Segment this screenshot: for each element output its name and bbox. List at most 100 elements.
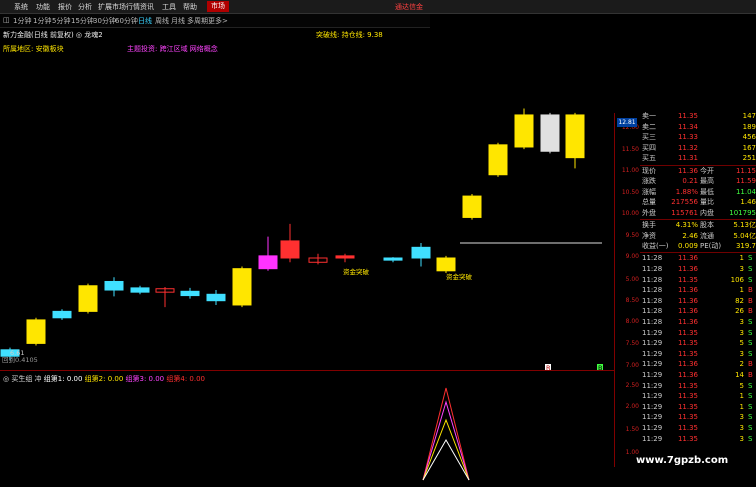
price-axis-tick: 7.50 [625, 340, 639, 347]
sub-line-1-label: 组第1: 0.00 [43, 375, 83, 383]
tick-time: 11:28 [642, 317, 663, 326]
tick-volume: 5 [739, 339, 744, 348]
candle-body [104, 280, 124, 291]
tick-volume: 1 [739, 402, 744, 411]
tick-volume: 3 [739, 328, 744, 337]
stat-value: 11.59 [735, 177, 756, 186]
tick-side: S [748, 392, 753, 401]
tick-side: S [748, 381, 753, 390]
tick-time: 11:28 [642, 296, 663, 305]
stat-label: 最低 [700, 187, 714, 196]
order-book-label: 卖二 [642, 122, 656, 131]
tick-row: 11:29 11.35 1 S [640, 402, 756, 412]
tick-side: S [748, 349, 753, 358]
tick-side: B [748, 370, 753, 379]
candle-body [52, 310, 72, 319]
tick-side: S [748, 264, 753, 273]
price-axis-tick: 7.00 [625, 362, 639, 369]
candle-body [335, 255, 355, 259]
price-axis-tick: 10.50 [621, 189, 639, 196]
stat-label: 涨幅 [642, 187, 656, 196]
candlestick-chart[interactable]: 6.61回到0.4105资金突破资金突破R B [0, 0, 614, 487]
tick-price: 11.35 [677, 423, 698, 432]
price-axis-tick: 10.00 [621, 210, 639, 217]
order-book-row: 卖二 11.34 189 [640, 122, 756, 132]
tick-side: B [748, 296, 753, 305]
tick-price: 11.36 [677, 296, 698, 305]
order-book-row: 卖一 11.35 147 [640, 111, 756, 121]
signal-annotation: 资金突破 [343, 267, 370, 276]
tick-price: 11.35 [677, 328, 698, 337]
tick-row: 11:29 11.35 3 S [640, 423, 756, 433]
stat-value: 217556 [671, 198, 698, 207]
sub-axis-tick: 2.50 [625, 382, 639, 389]
tick-row: 11:29 11.36 2 B [640, 359, 756, 369]
tick-price: 11.36 [677, 360, 698, 369]
stat-row: 收益(一) 0.009 PE(动) 319.7 [640, 241, 756, 251]
sub-line-3-label: 组第3: 0.00 [125, 375, 165, 383]
stat-row: 净资 2.46 流通 5.04亿 [640, 231, 756, 241]
stat-label: 内盘 [700, 208, 714, 217]
current-price-tag: 12.81 [617, 118, 637, 127]
sub-indicator-name[interactable]: ◎ 买生组 冲 [3, 375, 42, 383]
candle-body [514, 114, 534, 148]
stat-label: 流通 [700, 231, 714, 240]
candle-body [130, 287, 150, 293]
tick-time: 11:29 [642, 423, 663, 432]
tick-volume: 3 [739, 317, 744, 326]
tick-side: S [748, 339, 753, 348]
sub-axis-tick: 1.50 [625, 426, 639, 433]
candle-body [78, 285, 98, 312]
stat-value: 11.36 [677, 166, 698, 175]
axis-divider [614, 113, 615, 467]
tick-row: 11:29 11.35 3 S [640, 434, 756, 444]
tick-side: B [748, 286, 753, 295]
stat-value: 11.04 [735, 187, 756, 196]
candle-body [280, 240, 300, 259]
order-book-label: 买三 [642, 133, 656, 142]
tick-row: 11:29 11.35 1 S [640, 391, 756, 401]
tick-time: 11:28 [642, 275, 663, 284]
stat-value: 0.009 [677, 242, 698, 251]
tick-side: B [748, 307, 753, 316]
stat-row: 涨幅 1.88% 最低 11.04 [640, 187, 756, 197]
stat-value: 101795 [729, 208, 756, 217]
tick-side: S [748, 328, 753, 337]
tick-side: S [748, 254, 753, 263]
stat-row: 换手 4.31% 股本 5.13亿 [640, 220, 756, 230]
watermark: www.7gpzb.com [636, 455, 729, 466]
tick-time: 11:28 [642, 254, 663, 263]
tick-side: S [748, 413, 753, 422]
order-book-price: 11.32 [677, 143, 698, 152]
sub-indicator-legend: ◎ 买生组 冲 组第1: 0.00 组第2: 0.00 组第3: 0.00 组第… [3, 374, 205, 384]
tick-row: 11:29 11.35 5 S [640, 338, 756, 348]
order-book-volume: 167 [742, 143, 756, 152]
stat-label: 量比 [700, 198, 714, 207]
stat-label: 股本 [700, 221, 714, 229]
tick-time: 11:29 [642, 402, 663, 411]
stat-value: 4.31% [675, 221, 698, 229]
stat-value: 11.15 [735, 166, 756, 175]
candle-body [383, 257, 403, 261]
tick-time: 11:29 [642, 349, 663, 358]
candle-body [462, 195, 482, 218]
tick-time: 11:29 [642, 381, 663, 390]
stat-row: 现价 11.36 今开 11.15 [640, 166, 756, 176]
sub-indicator-line [422, 438, 470, 481]
candle-body [26, 319, 46, 344]
tick-side: S [748, 402, 753, 411]
tick-row: 11:28 11.36 26 B [640, 306, 756, 316]
tick-volume: 82 [735, 296, 744, 305]
tick-time: 11:29 [642, 360, 663, 369]
tick-time: 11:28 [642, 307, 663, 316]
stat-value: 115761 [671, 208, 698, 217]
tick-volume: 14 [735, 370, 744, 379]
tick-time: 11:29 [642, 434, 663, 443]
candle-body [540, 114, 560, 152]
order-book-volume: 189 [742, 122, 756, 131]
stat-label: PE(动) [700, 242, 722, 251]
order-book-label: 卖一 [642, 112, 656, 120]
order-book-price: 11.31 [677, 154, 698, 163]
tick-price: 11.36 [677, 254, 698, 263]
tick-row: 11:28 11.36 3 S [640, 317, 756, 327]
